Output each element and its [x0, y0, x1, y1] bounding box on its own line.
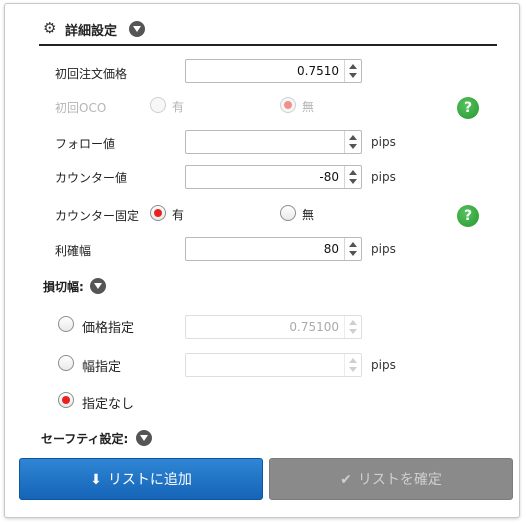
confirm-list-button[interactable]: ✔ リストを確定: [269, 458, 513, 500]
confirm-list-label: リストを確定: [357, 472, 442, 488]
collapse-toggle-icon[interactable]: [129, 21, 145, 37]
initial-oco-no-radio[interactable]: [280, 97, 296, 113]
stop-loss-none-radio[interactable]: [58, 392, 74, 408]
decrement-icon[interactable]: [349, 144, 357, 149]
stop-loss-width-label: 幅指定: [82, 360, 122, 375]
decrement-icon[interactable]: [349, 367, 357, 372]
increment-icon[interactable]: [349, 320, 357, 325]
initial-price-value: 0.7510: [297, 64, 339, 78]
initial-oco-label: 初回OCO: [55, 101, 107, 115]
counter-fixed-help-icon[interactable]: ?: [457, 205, 479, 227]
initial-oco-no-label: 無: [302, 100, 315, 114]
initial-oco-yes-radio[interactable]: [150, 97, 166, 113]
stop-loss-none-label: 指定なし: [82, 397, 135, 412]
counter-fixed-no-label: 無: [302, 208, 315, 222]
arrow-down-icon: ⬇: [90, 472, 102, 488]
add-to-list-button[interactable]: ⬇ リストに追加: [19, 458, 263, 500]
take-profit-stepper[interactable]: [344, 238, 361, 260]
take-profit-input[interactable]: 80: [185, 237, 362, 261]
increment-icon[interactable]: [349, 358, 357, 363]
counter-fixed-yes-radio[interactable]: [150, 205, 166, 221]
detail-settings-panel: ⚙ 詳細設定 初回注文価格 0.7510 初回OCO 有 無 ? フォロー値 p…: [4, 3, 520, 518]
decrement-icon[interactable]: [349, 179, 357, 184]
section-title: 詳細設定: [65, 24, 118, 39]
initial-price-label: 初回注文価格: [55, 67, 128, 81]
increment-icon[interactable]: [349, 170, 357, 175]
stop-loss-toggle-icon[interactable]: [90, 278, 106, 294]
counter-value: -80: [319, 170, 339, 184]
counter-unit: pips: [371, 170, 396, 184]
decrement-icon[interactable]: [349, 73, 357, 78]
decrement-icon[interactable]: [349, 251, 357, 256]
counter-fixed-no-radio[interactable]: [280, 205, 296, 221]
stop-loss-price-value: 0.75100: [289, 320, 339, 334]
counter-fixed-yes-label: 有: [172, 208, 185, 222]
add-to-list-label: リストに追加: [107, 472, 192, 488]
take-profit-label: 利確幅: [55, 244, 92, 258]
increment-icon[interactable]: [349, 135, 357, 140]
take-profit-value: 80: [323, 242, 339, 256]
gear-icon: ⚙: [43, 19, 57, 37]
header-divider: [39, 44, 497, 46]
initial-price-stepper[interactable]: [344, 60, 361, 82]
stop-loss-price-radio[interactable]: [58, 316, 74, 332]
stop-loss-width-stepper[interactable]: [344, 354, 361, 376]
follow-label: フォロー値: [55, 137, 116, 151]
checkmark-icon: ✔: [340, 472, 352, 488]
counter-fixed-label: カウンター固定: [55, 209, 140, 223]
counter-label: カウンター値: [55, 171, 128, 185]
stop-loss-price-label: 価格指定: [82, 321, 135, 336]
safety-title: セーフティ設定:: [41, 432, 129, 446]
follow-input[interactable]: [185, 130, 362, 154]
stop-loss-title: 損切幅:: [43, 280, 84, 294]
stop-loss-price-stepper[interactable]: [344, 316, 361, 338]
stop-loss-price-input[interactable]: 0.75100: [185, 315, 362, 339]
increment-icon[interactable]: [349, 242, 357, 247]
stop-loss-width-input[interactable]: [185, 353, 362, 377]
increment-icon[interactable]: [349, 64, 357, 69]
counter-input[interactable]: -80: [185, 165, 362, 189]
decrement-icon[interactable]: [349, 329, 357, 334]
counter-stepper[interactable]: [344, 166, 361, 188]
follow-unit: pips: [371, 135, 396, 149]
follow-stepper[interactable]: [344, 131, 361, 153]
take-profit-unit: pips: [371, 242, 396, 256]
safety-toggle-icon[interactable]: [136, 430, 152, 446]
stop-loss-width-unit: pips: [371, 358, 396, 372]
initial-oco-yes-label: 有: [172, 100, 185, 114]
initial-oco-help-icon[interactable]: ?: [457, 97, 479, 119]
stop-loss-width-radio[interactable]: [58, 355, 74, 371]
initial-price-input[interactable]: 0.7510: [185, 59, 362, 83]
